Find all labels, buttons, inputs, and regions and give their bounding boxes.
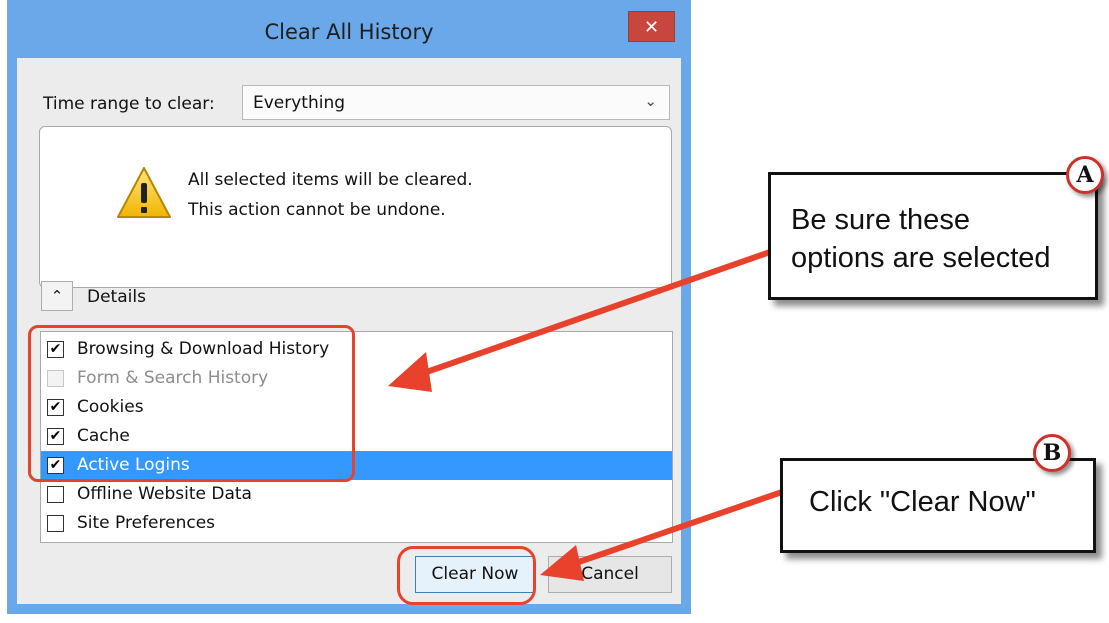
arrow-to-clear-now: [540, 489, 785, 581]
callout-a-text: Be sure these options are selected: [791, 201, 1051, 277]
callout-a-line-1: Be sure these: [791, 204, 970, 236]
callout-a-line-2: options are selected: [791, 242, 1051, 274]
badge-a: A: [1066, 156, 1104, 194]
callout-b-text: Click "Clear Now": [809, 486, 1036, 518]
arrow-to-options: [388, 249, 773, 392]
badge-b: B: [1033, 434, 1071, 472]
callout-a: Be sure these options are selected: [768, 172, 1098, 300]
callout-b: Click "Clear Now": [780, 458, 1096, 553]
